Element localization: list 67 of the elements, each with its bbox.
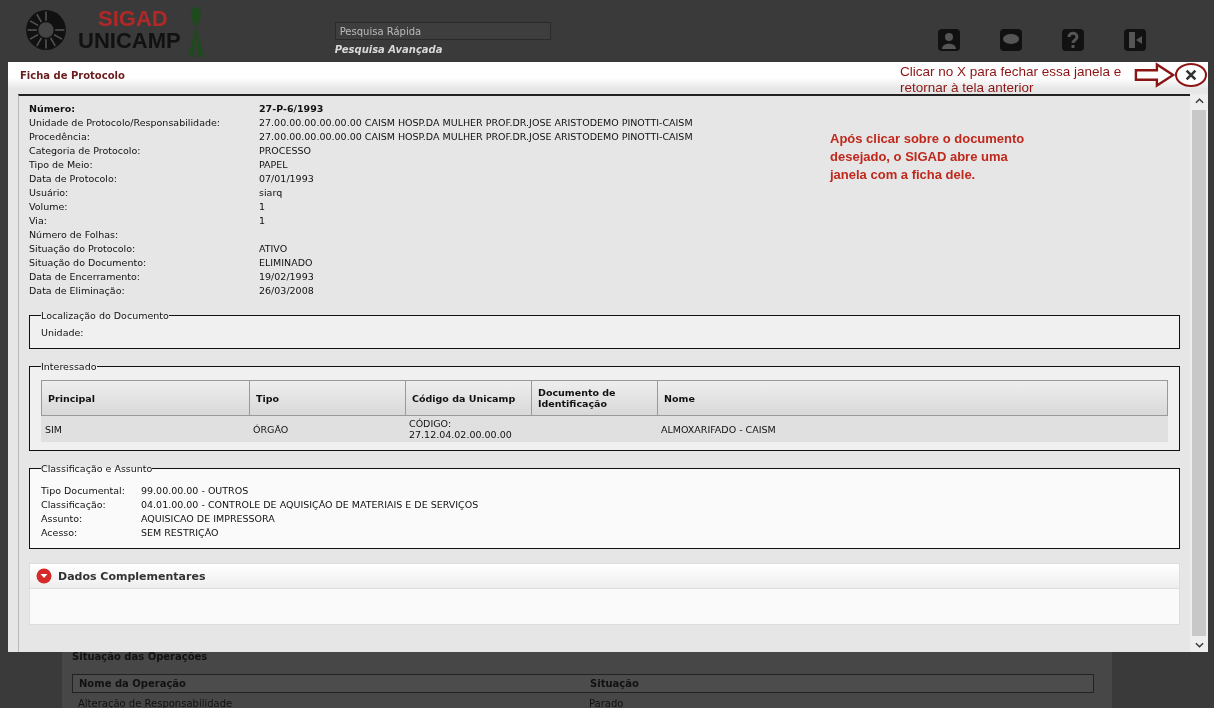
expand-toggle-icon[interactable] xyxy=(36,568,52,584)
table-cell-text: CÓDIGO: 27.12.04.02.00.00.00 xyxy=(408,418,513,440)
field-value: 26/03/2008 xyxy=(259,284,314,298)
group-legend: Interessado xyxy=(41,361,97,372)
column-header: Nome da Operação xyxy=(78,678,187,689)
field-value: 99.00.00.00 - OUTROS xyxy=(141,484,249,498)
help-icon[interactable] xyxy=(1060,28,1085,52)
field-label: Unidade: xyxy=(41,327,84,338)
field-label: Unidade de Protocolo/Responsabilidade: xyxy=(29,116,221,130)
field-label: Número de Folhas: xyxy=(29,228,119,242)
field-label: Número: xyxy=(29,102,76,116)
field-label: Data de Eliminação: xyxy=(29,284,125,298)
field-label: Tipo de Meio: xyxy=(29,158,93,172)
field-label: Categoria de Protocolo: xyxy=(29,144,141,158)
field-label: Assunto: xyxy=(41,512,83,526)
advanced-search-link[interactable]: Pesquisa Avançada xyxy=(334,44,551,55)
close-hint-annotation: Clicar no X para fechar essa janela e retornar à tela anterior xyxy=(900,64,1123,96)
field-label: Situação do Documento: xyxy=(29,256,147,270)
field-value: SEM RESTRIÇÃO xyxy=(141,526,219,540)
column-header: Nome xyxy=(663,391,696,406)
column-header: Principal xyxy=(42,381,250,415)
search-field[interactable]: Pesquisa Rápida xyxy=(334,22,551,40)
chat-icon[interactable] xyxy=(998,28,1023,52)
field-label: Via: xyxy=(29,214,47,228)
field-value: 1 xyxy=(259,214,266,228)
user-icon[interactable] xyxy=(936,28,961,52)
group-legend: Localização do Documento xyxy=(41,310,169,321)
field-value: 07/01/1993 xyxy=(259,172,314,186)
field-label: Tipo Documental: xyxy=(41,484,125,498)
table-cell-text: SIM xyxy=(44,422,64,437)
table-cell-text: ALMOXARIFADO - CAISM xyxy=(660,422,777,437)
field-value: 04.01.00.00 - CONTROLE DE AQUISIÇÃO DE MATERIAIS E DE SERVIÇOS xyxy=(141,498,479,512)
field-label: Data de Encerramento: xyxy=(29,270,140,284)
scroll-down-icon[interactable] xyxy=(1194,642,1204,648)
column-header: Código da Unicamp xyxy=(406,381,532,415)
field-label: Acesso: xyxy=(41,526,78,540)
column-header: Tipo xyxy=(250,381,406,415)
field-label: Situação do Protocolo: xyxy=(29,242,136,256)
column-header: Situação xyxy=(589,678,639,689)
scrollbar[interactable] xyxy=(1190,94,1208,652)
field-label: Volume: xyxy=(29,200,68,214)
field-value: PROCESSO xyxy=(259,144,311,158)
arrow-icon xyxy=(1134,62,1176,88)
logo-title: SIGAD xyxy=(97,8,169,30)
panel-title[interactable]: Dados Complementares xyxy=(58,569,206,583)
field-label: Data de Protocolo: xyxy=(29,172,117,186)
exit-icon[interactable] xyxy=(1122,28,1147,52)
close-icon xyxy=(1184,68,1198,82)
field-label: Procedência: xyxy=(29,130,90,144)
table-cell-text: ÓRGÃO xyxy=(252,422,290,437)
field-value: PAPEL xyxy=(259,158,288,172)
group-legend: Classificação e Assunto xyxy=(41,463,153,474)
dialog-title: Ficha de Protocolo xyxy=(20,69,125,81)
field-value: 27-P-6/1993 xyxy=(259,102,324,116)
field-value: ATIVO xyxy=(259,242,288,256)
field-value: 27.00.00.00.00.00.00 CAISM HOSP.DA MULHER PROF.DR.JOSE ARISTODEMO PINOTTI-CAISM xyxy=(259,130,693,144)
field-label: Classificação: xyxy=(41,498,106,512)
column-header: Documento de Identificação xyxy=(532,381,658,415)
scroll-up-icon[interactable] xyxy=(1194,98,1204,104)
field-value: 27.00.00.00.00.00.00 CAISM HOSP.DA MULHER PROF.DR.JOSE ARISTODEMO PINOTTI-CAISM xyxy=(259,116,693,130)
field-value: siarq xyxy=(259,186,283,200)
field-value: 1 xyxy=(259,200,266,214)
note-annotation: Após clicar sobre o documento desejado, o SIGAD abre uma janela com a ficha dele. xyxy=(830,130,1026,184)
field-value: 19/02/1993 xyxy=(259,270,314,284)
field-value: ELIMINADO xyxy=(259,256,313,270)
field-value: AQUISICAO DE IMPRESSORA xyxy=(141,512,275,526)
field-label: Usuário: xyxy=(29,186,69,200)
